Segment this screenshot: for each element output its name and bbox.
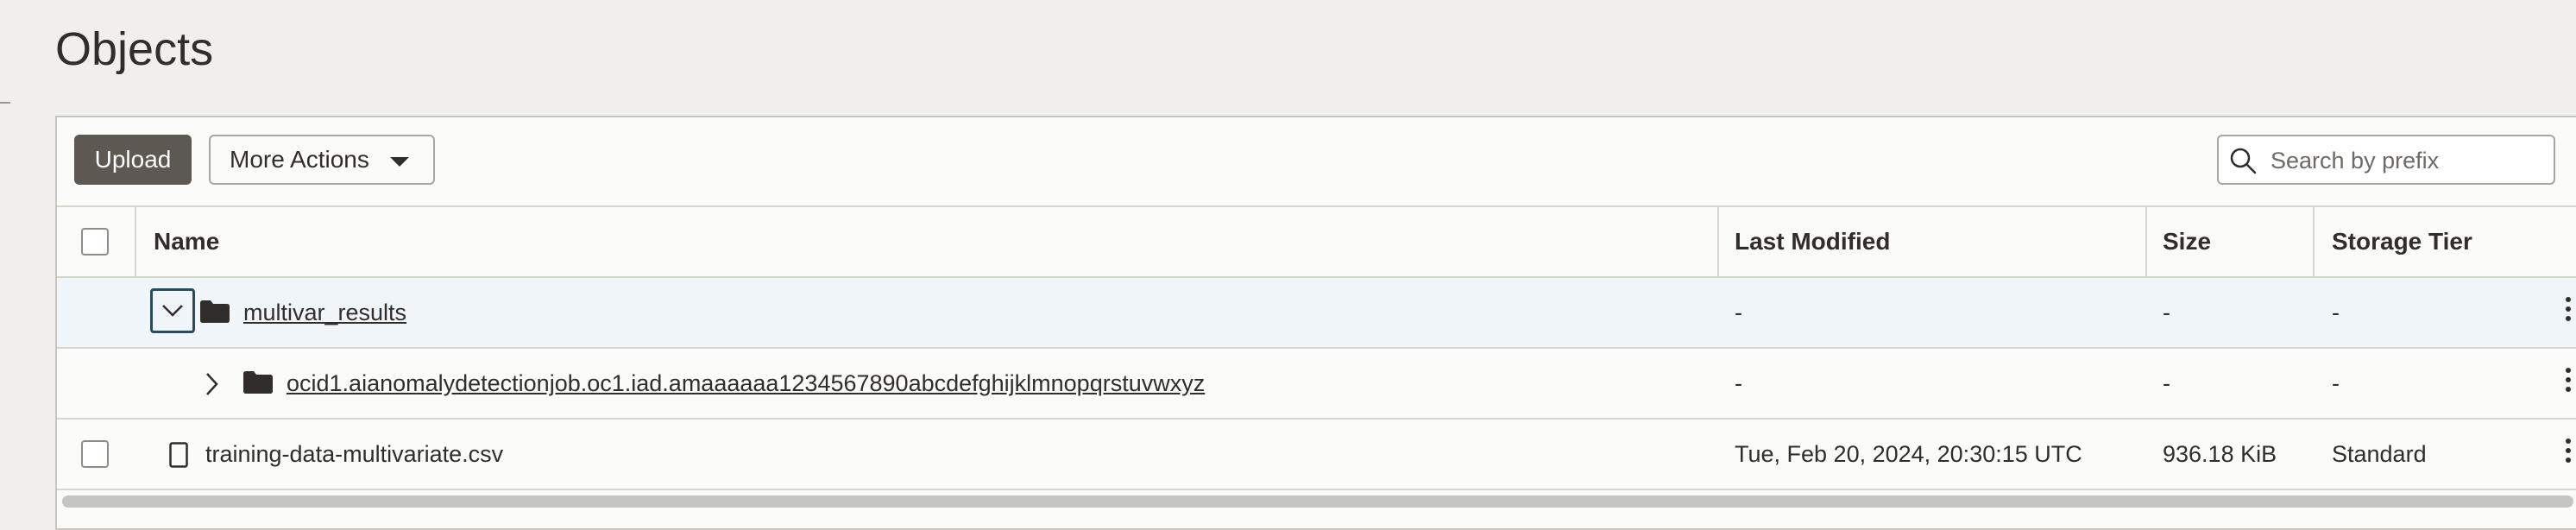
row-actions-menu-icon[interactable]	[2562, 368, 2574, 399]
collapse-toggle-button[interactable]	[150, 288, 195, 333]
chevron-right-icon[interactable]	[204, 371, 219, 397]
size-cell: -	[2163, 369, 2170, 396]
column-header-name[interactable]: Name	[154, 207, 219, 276]
size-cell: 936.18 KiB	[2163, 440, 2277, 467]
file-icon	[169, 442, 188, 468]
more-actions-button[interactable]: More Actions	[209, 135, 435, 185]
scrollbar-thumb[interactable]	[62, 495, 2573, 508]
folder-link[interactable]: ocid1.aianomalydetectionjob.oc1.iad.amaa…	[287, 349, 1616, 418]
row-checkbox[interactable]	[81, 440, 109, 468]
page-title: Objects	[55, 23, 214, 75]
table-row[interactable]: ocid1.aianomalydetectionjob.oc1.iad.amaa…	[57, 347, 2576, 418]
more-actions-label: More Actions	[230, 146, 369, 173]
folder-icon	[200, 300, 230, 323]
table-row[interactable]: training-data-multivariate.csv Tue, Feb …	[57, 418, 2576, 489]
column-header-last-modified[interactable]: Last Modified	[1735, 207, 1890, 276]
horizontal-scrollbar[interactable]	[57, 489, 2576, 511]
column-header-storage-tier[interactable]: Storage Tier	[2332, 207, 2472, 276]
file-name[interactable]: training-data-multivariate.csv	[205, 420, 503, 489]
storage-tier-cell: -	[2332, 299, 2340, 325]
table-header: Name Last Modified Size Storage Tier	[57, 205, 2576, 276]
column-divider	[135, 205, 136, 276]
last-modified-cell: -	[1735, 299, 1742, 325]
toolbar: Upload More Actions	[57, 117, 2576, 205]
column-divider	[1717, 205, 1719, 276]
upload-button-label: Upload	[94, 146, 172, 173]
storage-tier-cell: -	[2332, 369, 2340, 396]
folder-icon	[243, 371, 273, 394]
column-header-size[interactable]: Size	[2163, 207, 2211, 276]
objects-panel: Upload More Actions Name Last Modified S…	[55, 116, 2576, 530]
search-icon	[2230, 148, 2257, 174]
table-row[interactable]: multivar_results - - -	[57, 276, 2576, 347]
row-actions-menu-icon[interactable]	[2562, 439, 2574, 470]
chevron-down-icon	[162, 305, 183, 317]
caret-down-icon	[390, 157, 409, 167]
column-divider	[2145, 205, 2147, 276]
folder-link[interactable]: multivar_results	[243, 278, 406, 347]
search-box[interactable]	[2217, 135, 2555, 185]
column-divider	[2313, 205, 2315, 276]
upload-button[interactable]: Upload	[74, 135, 192, 185]
divider	[0, 102, 10, 104]
select-all-checkbox[interactable]	[81, 228, 109, 256]
last-modified-cell: Tue, Feb 20, 2024, 20:30:15 UTC	[1735, 440, 2082, 467]
storage-tier-cell: Standard	[2332, 440, 2427, 467]
last-modified-cell: -	[1735, 369, 1742, 396]
row-actions-menu-icon[interactable]	[2562, 297, 2574, 328]
size-cell: -	[2163, 299, 2170, 325]
search-input[interactable]	[2269, 143, 2548, 178]
